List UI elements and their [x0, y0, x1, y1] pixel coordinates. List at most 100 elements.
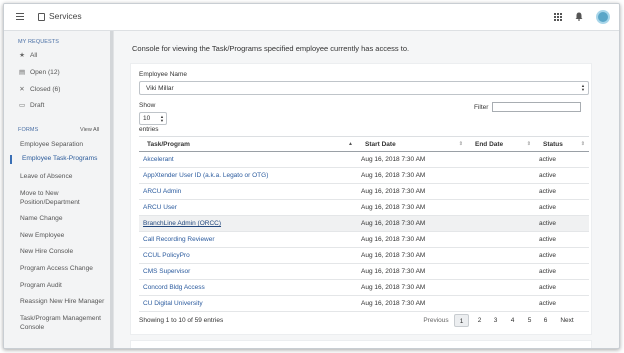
table-row: CMS Supervisor Aug 16, 2018 7:30 AM active	[139, 263, 589, 280]
task-program-link[interactable]: CMS Supervisor	[139, 263, 357, 280]
sidebar-scrollbar[interactable]	[110, 31, 113, 348]
task-program-link[interactable]: Akcelerant	[139, 151, 357, 168]
sidebar-form-new-hire-console[interactable]: New Hire Console	[20, 248, 73, 257]
end-date-cell	[467, 215, 535, 232]
end-date-cell	[467, 199, 535, 216]
pagination-page-6[interactable]: 6	[539, 314, 552, 327]
task-program-link[interactable]: CU Digital University	[139, 295, 357, 312]
sidebar-form-program-access-change[interactable]: Program Access Change	[20, 265, 93, 274]
sidebar-item-draft[interactable]: ▭ Draft	[19, 101, 44, 109]
filter-label: Filter	[474, 104, 489, 111]
sidebar-form-employee-separation[interactable]: Employee Separation	[20, 141, 83, 150]
pagination-page-3[interactable]: 3	[489, 314, 502, 327]
browser-window: Services MY REQUESTS ★ All ▤ Open (12) ✕ Cl…	[3, 3, 620, 349]
my-requests-heading: MY REQUESTS	[18, 39, 60, 45]
employee-name-label: Employee Name	[139, 71, 188, 78]
end-date-cell	[467, 231, 535, 248]
pagination-previous[interactable]: Previous	[422, 314, 450, 327]
sidebar-item-closed[interactable]: ✕ Closed (6)	[19, 85, 60, 93]
table-row: ARCU Admin Aug 16, 2018 7:30 AM active	[139, 183, 589, 200]
sidebar-form-move-to-new-position[interactable]: Move to New Position/Department	[20, 190, 100, 207]
end-date-cell	[467, 263, 535, 280]
select-arrows-icon: ▲ ▼	[581, 83, 585, 92]
select-arrows-icon: ▲ ▼	[160, 114, 164, 123]
console-card: Employee Name Viki Millar ▲ ▼ Show 10 ▲ ▼ …	[130, 63, 592, 335]
forms-heading: FORMS	[18, 127, 39, 133]
sidebar-form-new-employee[interactable]: New Employee	[20, 232, 64, 241]
page-title: Services	[49, 11, 82, 21]
task-program-link[interactable]: Call Recording Reviewer	[139, 231, 357, 248]
pagination-page-2[interactable]: 2	[473, 314, 486, 327]
avatar[interactable]	[596, 10, 610, 24]
table-row: AppXtender User ID (a.k.a. Legato or OTG…	[139, 167, 589, 184]
pagination-page-1[interactable]: 1	[454, 314, 469, 327]
end-date-cell	[467, 295, 535, 312]
filter-input[interactable]	[492, 102, 581, 112]
task-program-link[interactable]: BranchLine Admin (ORCC)	[139, 215, 357, 232]
start-date-cell: Aug 16, 2018 7:30 AM	[357, 279, 467, 296]
table-row: Akcelerant Aug 16, 2018 7:30 AM active	[139, 151, 589, 168]
task-program-table: Task/Program ▲ Start Date ⇕ End Date ⇕ Stat…	[139, 136, 589, 312]
pagination-next[interactable]: Next	[556, 314, 578, 327]
table-info: Showing 1 to 10 of 59 entries	[139, 317, 224, 324]
sidebar-form-reassign-new-hire-manager[interactable]: Reassign New Hire Manager	[20, 298, 104, 307]
task-program-link[interactable]: AppXtender User ID (a.k.a. Legato or OTG…	[139, 167, 357, 184]
start-date-cell: Aug 16, 2018 7:30 AM	[357, 295, 467, 312]
start-date-cell: Aug 16, 2018 7:30 AM	[357, 247, 467, 264]
document-icon	[38, 13, 45, 21]
start-date-cell: Aug 16, 2018 7:30 AM	[357, 167, 467, 184]
status-cell: active	[535, 263, 589, 280]
entries-label: entries	[139, 126, 159, 133]
column-header-task-program[interactable]: Task/Program ▲	[139, 136, 357, 152]
status-cell: active	[535, 295, 589, 312]
star-icon: ★	[19, 52, 25, 59]
start-date-cell: Aug 16, 2018 7:30 AM	[357, 263, 467, 280]
sidebar-form-leave-of-absence[interactable]: Leave of Absence	[20, 173, 72, 182]
sidebar: MY REQUESTS ★ All ▤ Open (12) ✕ Closed (6) …	[4, 31, 114, 348]
apps-grid-icon[interactable]	[554, 13, 562, 21]
sort-icon: ⇕	[580, 141, 585, 147]
sort-icon: ⇕	[526, 141, 531, 147]
menu-icon[interactable]	[16, 13, 24, 21]
close-icon: ✕	[19, 86, 25, 93]
task-program-link[interactable]: Concord Bldg Access	[139, 279, 357, 296]
status-cell: active	[535, 183, 589, 200]
start-date-cell: Aug 16, 2018 7:30 AM	[357, 231, 467, 248]
pagination-page-4[interactable]: 4	[506, 314, 519, 327]
start-date-cell: Aug 16, 2018 7:30 AM	[357, 215, 467, 232]
view-all-link[interactable]: View All	[80, 127, 99, 133]
bell-icon[interactable]	[575, 12, 583, 21]
sidebar-form-name-change[interactable]: Name Change	[20, 215, 63, 224]
status-cell: active	[535, 151, 589, 168]
table-row: CCUL PolicyPro Aug 16, 2018 7:30 AM active	[139, 247, 589, 264]
sidebar-item-open[interactable]: ▤ Open (12)	[19, 68, 60, 76]
status-cell: active	[535, 279, 589, 296]
top-bar: Services	[4, 4, 619, 31]
entries-length-select[interactable]: 10 ▲ ▼	[139, 112, 167, 125]
show-label: Show	[139, 102, 156, 109]
column-header-end-date[interactable]: End Date ⇕	[467, 136, 535, 152]
start-date-cell: Aug 16, 2018 7:30 AM	[357, 151, 467, 168]
pagination-page-5[interactable]: 5	[523, 314, 536, 327]
status-cell: active	[535, 215, 589, 232]
start-date-cell: Aug 16, 2018 7:30 AM	[357, 199, 467, 216]
start-date-cell: Aug 16, 2018 7:30 AM	[357, 183, 467, 200]
table-row: Concord Bldg Access Aug 16, 2018 7:30 AM a…	[139, 279, 589, 296]
sidebar-form-program-audit[interactable]: Program Audit	[20, 282, 62, 291]
table-header-row: Task/Program ▲ Start Date ⇕ End Date ⇕ Stat…	[139, 136, 589, 152]
sidebar-form-task-program-management-console[interactable]: Task/Program Management Console	[20, 315, 110, 332]
table-row: ARCU User Aug 16, 2018 7:30 AM active	[139, 199, 589, 216]
table-row: Call Recording Reviewer Aug 16, 2018 7:30…	[139, 231, 589, 248]
sort-asc-icon: ▲	[348, 141, 353, 147]
task-program-link[interactable]: ARCU User	[139, 199, 357, 216]
task-program-link[interactable]: ARCU Admin	[139, 183, 357, 200]
status-cell: active	[535, 167, 589, 184]
employee-name-select[interactable]: Viki Millar ▲ ▼	[139, 81, 589, 95]
column-header-start-date[interactable]: Start Date ⇕	[357, 136, 467, 152]
draft-icon: ▭	[19, 102, 26, 109]
end-date-cell	[467, 183, 535, 200]
sidebar-item-all[interactable]: ★ All	[19, 51, 37, 59]
sidebar-form-employee-task-programs[interactable]: Employee Task-Programs	[10, 155, 97, 164]
task-program-link[interactable]: CCUL PolicyPro	[139, 247, 357, 264]
column-header-status[interactable]: Status ⇕	[535, 136, 589, 152]
